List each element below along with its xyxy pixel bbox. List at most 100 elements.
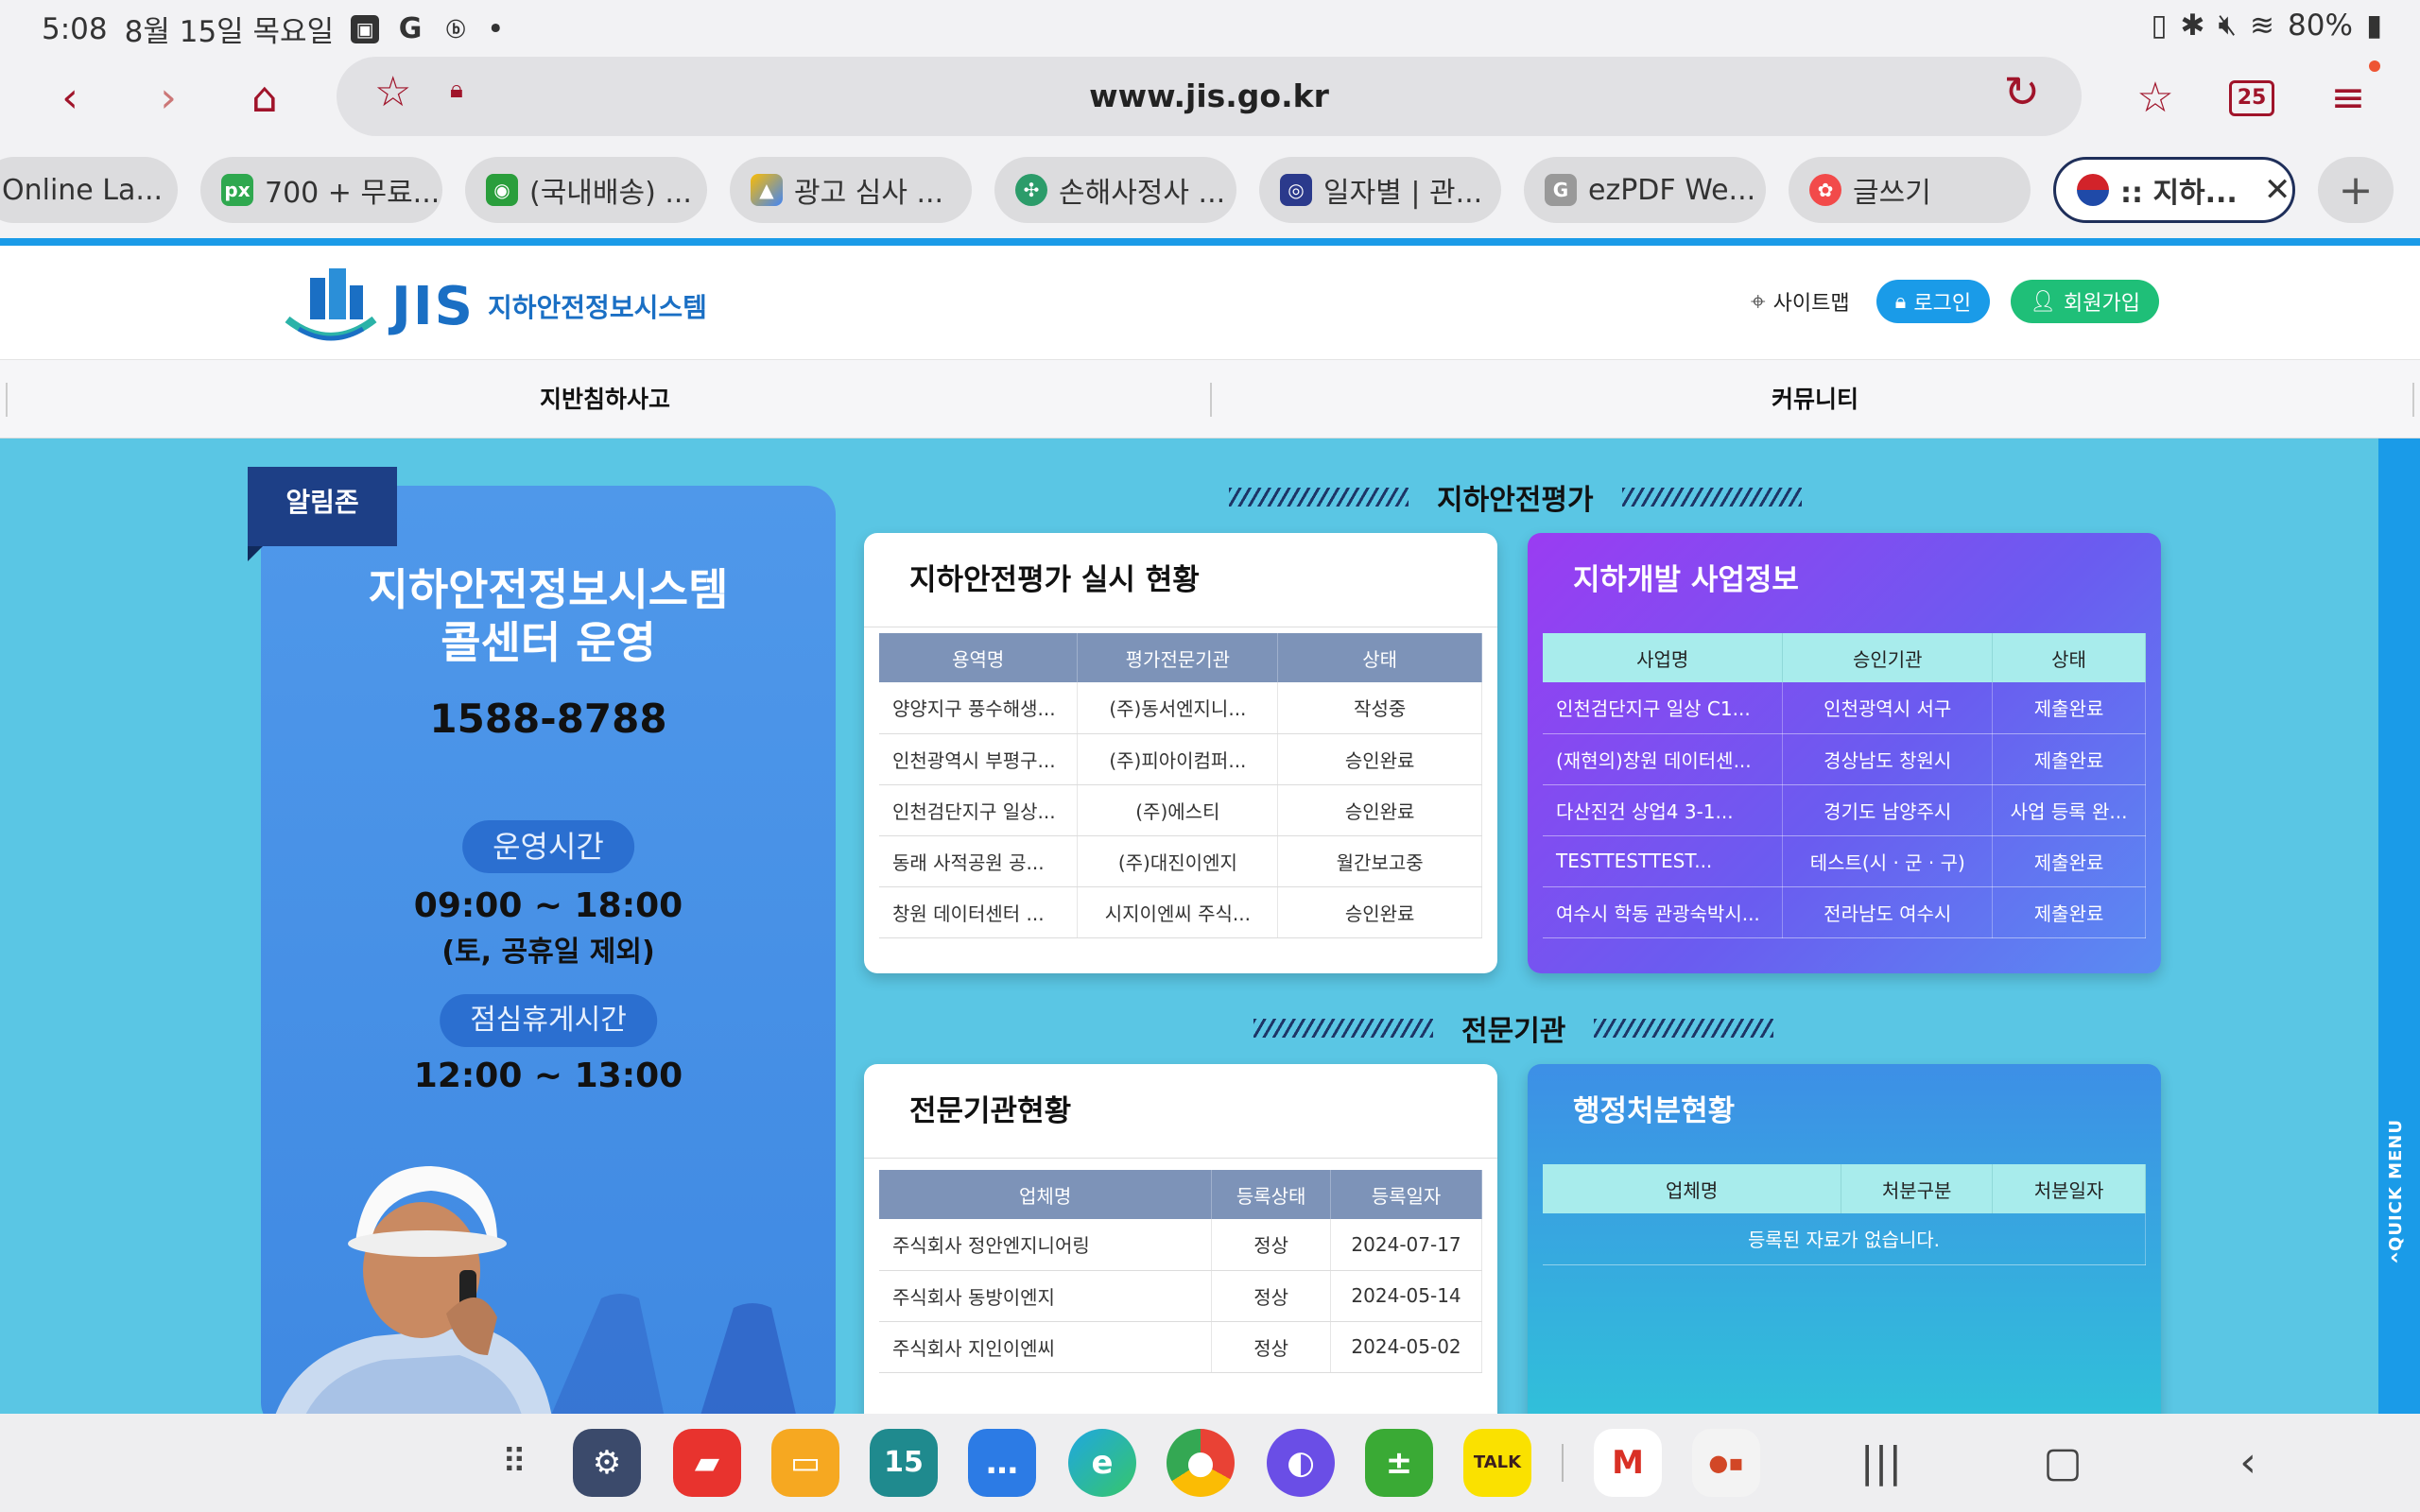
- nav-divider: [2412, 383, 2414, 417]
- tab-ezpdf[interactable]: G ezPDF We...: [1524, 157, 1766, 223]
- tab-online-la[interactable]: Online La...: [0, 157, 178, 223]
- files-app-icon[interactable]: ▭: [771, 1429, 839, 1497]
- battery-level: 80%: [2288, 8, 2353, 43]
- hours-badge: 운영시간: [462, 820, 634, 873]
- tab-title: (국내배송) ...: [529, 177, 692, 210]
- nav-item-sinkhole[interactable]: 지반침하사고: [0, 360, 1210, 439]
- section-title-evaluation: 지하안전평가: [1229, 476, 1802, 518]
- browser-toolbar: ‹ › ⌂ ☆ 🔒︎ www.jis.go.kr ↻ ☆ 25 ≡: [0, 49, 2420, 144]
- signup-label: 회원가입: [2064, 292, 2140, 316]
- login-label: 로그인: [1913, 292, 1972, 316]
- tab-daily[interactable]: ◎ 일자별 | 관...: [1259, 157, 1501, 223]
- recent-apps-button[interactable]: |||: [1851, 1433, 1911, 1493]
- cell: 경상남도 창원시: [1782, 733, 1994, 785]
- column-header: 상태: [1277, 633, 1482, 682]
- table-row[interactable]: 주식회사 정안엔지니어링 정상 2024-07-17: [879, 1219, 1482, 1271]
- reload-icon[interactable]: ↻: [2003, 66, 2040, 117]
- main-content: 지하안전정보시스템 콜센터 운영 1588-8788 운영시간 09:00 ~ …: [0, 438, 2420, 1414]
- panel-title[interactable]: 지하안전평가 실시 현황: [864, 533, 1497, 627]
- tab-px[interactable]: px 700 + 무료...: [200, 157, 442, 223]
- web-page: JIS 지하안전정보시스템 ⌖ 사이트맵 🔒︎ 로그인 👤︎ 회원가입 지반침하…: [0, 238, 2420, 1414]
- table-row: 등록된 자료가 없습니다.: [1543, 1213, 2146, 1265]
- bluetooth-icon: ✱: [2180, 8, 2205, 43]
- back-nav-button[interactable]: ‹: [2218, 1433, 2278, 1493]
- nav-item-community[interactable]: 커뮤니티: [1210, 360, 2420, 439]
- sitemap-link[interactable]: ⌖ 사이트맵: [1745, 280, 1856, 323]
- column-header: 업체명: [879, 1170, 1213, 1219]
- lunch-hours: 12:00 ~ 13:00: [413, 1057, 683, 1095]
- app-icon: ⓑ: [446, 17, 466, 41]
- taeguk-icon: [2077, 174, 2109, 206]
- quick-menu[interactable]: QUICK MENU ‹: [2378, 438, 2420, 1414]
- tab-write[interactable]: ✿ 글쓰기: [1789, 157, 2031, 223]
- cell: 시지이엔씨 주식...: [1077, 886, 1279, 938]
- chevron-left-icon: ‹: [2390, 1244, 2399, 1270]
- app-drawer-icon[interactable]: ⠿: [484, 1433, 544, 1493]
- cell: 정상: [1211, 1270, 1332, 1322]
- tab-title: Online La...: [2, 173, 164, 207]
- settings-app-icon[interactable]: ⚙: [573, 1429, 641, 1497]
- favorites-button[interactable]: ☆: [2125, 68, 2186, 129]
- url-bar[interactable]: ☆ 🔒︎ www.jis.go.kr ↻: [337, 57, 2082, 136]
- table-row[interactable]: 주식회사 동방이엔지 정상 2024-05-14: [879, 1270, 1482, 1322]
- home-button[interactable]: ⌂: [234, 68, 295, 129]
- table-row[interactable]: 인천검단지구 일상 C1... 인천광역시 서구 제출완료: [1543, 682, 2146, 734]
- site-logo[interactable]: JIS 지하안전정보시스템: [284, 268, 707, 344]
- table-row[interactable]: 창원 데이터센터 ... 시지이엔씨 주식... 승인완료: [879, 886, 1482, 938]
- tab-adjuster[interactable]: ✣ 손해사정사 ...: [994, 157, 1236, 223]
- cell: 제출완료: [1992, 733, 2146, 785]
- table-row[interactable]: (재현의)창원 데이터센... 경상남도 창원시 제출완료: [1543, 733, 2146, 785]
- admin-actions-panel: 행정처분현황 업체명 처분구분 처분일자 등록된 자료가 없습니다.: [1528, 1064, 2161, 1414]
- gallery-icon: ▣: [351, 14, 380, 43]
- new-tab-button[interactable]: +: [2318, 157, 2394, 223]
- site-header: JIS 지하안전정보시스템 ⌖ 사이트맵 🔒︎ 로그인 👤︎ 회원가입: [0, 246, 2420, 359]
- call-center-card: 지하안전정보시스템 콜센터 운영 1588-8788 운영시간 09:00 ~ …: [261, 486, 836, 1414]
- table-row[interactable]: 동래 사적공원 공... (주)대진이엔지 월간보고중: [879, 835, 1482, 887]
- calendar-app-icon[interactable]: 15: [870, 1429, 938, 1497]
- edge-app-icon[interactable]: e: [1068, 1429, 1136, 1497]
- tab-domestic[interactable]: ◉ (국내배송) ...: [465, 157, 707, 223]
- worker-illustration: [275, 1166, 796, 1414]
- taskbar: ⠿ ⚙ ▰ ▭ 15 … e ● ◐ ± TALK M ●▪ ||| ▢ ‹: [0, 1414, 2420, 1512]
- panel-title[interactable]: 지하개발 사업정보: [1528, 533, 2161, 627]
- tabs-button[interactable]: 25: [2221, 68, 2282, 129]
- table-row[interactable]: 다산진건 상업4 3-1... 경기도 남양주시 사업 등록 완...: [1543, 784, 2146, 836]
- logo-text: JIS: [391, 275, 475, 337]
- internet-app-icon[interactable]: ◐: [1267, 1429, 1335, 1497]
- kakaotalk-app-icon[interactable]: TALK: [1463, 1429, 1531, 1497]
- seal-icon: ◎: [1280, 174, 1312, 206]
- menu-button[interactable]: ≡: [2318, 68, 2378, 129]
- quick-menu-label: QUICK MENU: [2386, 1119, 2406, 1251]
- notes-app-icon[interactable]: ▰: [673, 1429, 741, 1497]
- calculator-app-icon[interactable]: ±: [1365, 1429, 1433, 1497]
- agency-status-panel: 전문기관현황 업체명 등록상태 등록일자 주식회사 정안엔지니어링 정상 2024-…: [864, 1064, 1497, 1414]
- gmail-app-icon[interactable]: M: [1594, 1429, 1662, 1497]
- cell: 인천광역시 서구: [1782, 682, 1994, 734]
- signup-button[interactable]: 👤︎ 회원가입: [2011, 280, 2159, 323]
- close-tab-icon[interactable]: ✕: [2264, 171, 2291, 209]
- table-row[interactable]: TESTTESTTEST... 테스트(시 · 군 · 구) 제출완료: [1543, 835, 2146, 887]
- call-center-phone[interactable]: 1588-8788: [261, 696, 836, 742]
- cell: (주)피아이컴퍼...: [1077, 733, 1279, 785]
- forward-button[interactable]: ›: [138, 68, 199, 129]
- login-button[interactable]: 🔒︎ 로그인: [1876, 280, 1991, 323]
- cell: 동래 사적공원 공...: [879, 835, 1079, 887]
- tab-ad-review[interactable]: ▲ 광고 심사 ...: [730, 157, 972, 223]
- office-app-icon[interactable]: ●▪: [1692, 1429, 1760, 1497]
- home-nav-button[interactable]: ▢: [2032, 1433, 2093, 1493]
- table-row[interactable]: 양양지구 풍수해생... (주)동서엔지니... 작성중: [879, 682, 1482, 734]
- tab-jis[interactable]: :: 지하... ✕: [2053, 157, 2295, 223]
- empty-message: 등록된 자료가 없습니다.: [1543, 1213, 2146, 1265]
- column-header: 처분구분: [1841, 1164, 1994, 1213]
- back-button[interactable]: ‹: [40, 68, 100, 129]
- table-row[interactable]: 인천광역시 부평구... (주)피아이컴퍼... 승인완료: [879, 733, 1482, 785]
- lock-icon: 🔒︎: [1894, 289, 1907, 314]
- table-row[interactable]: 인천검단지구 일상... (주)에스티 승인완료: [879, 784, 1482, 836]
- wifi-icon: ≋: [2250, 8, 2275, 43]
- panel-title[interactable]: 전문기관현황: [864, 1064, 1497, 1159]
- messages-app-icon[interactable]: …: [968, 1429, 1036, 1497]
- table-row[interactable]: 주식회사 지인이엔씨 정상 2024-05-02: [879, 1321, 1482, 1373]
- panel-title[interactable]: 행정처분현황: [1528, 1064, 2161, 1159]
- chrome-app-icon[interactable]: ●: [1167, 1429, 1235, 1497]
- table-row[interactable]: 여수시 학동 관광숙박시... 전라남도 여수시 제출완료: [1543, 886, 2146, 938]
